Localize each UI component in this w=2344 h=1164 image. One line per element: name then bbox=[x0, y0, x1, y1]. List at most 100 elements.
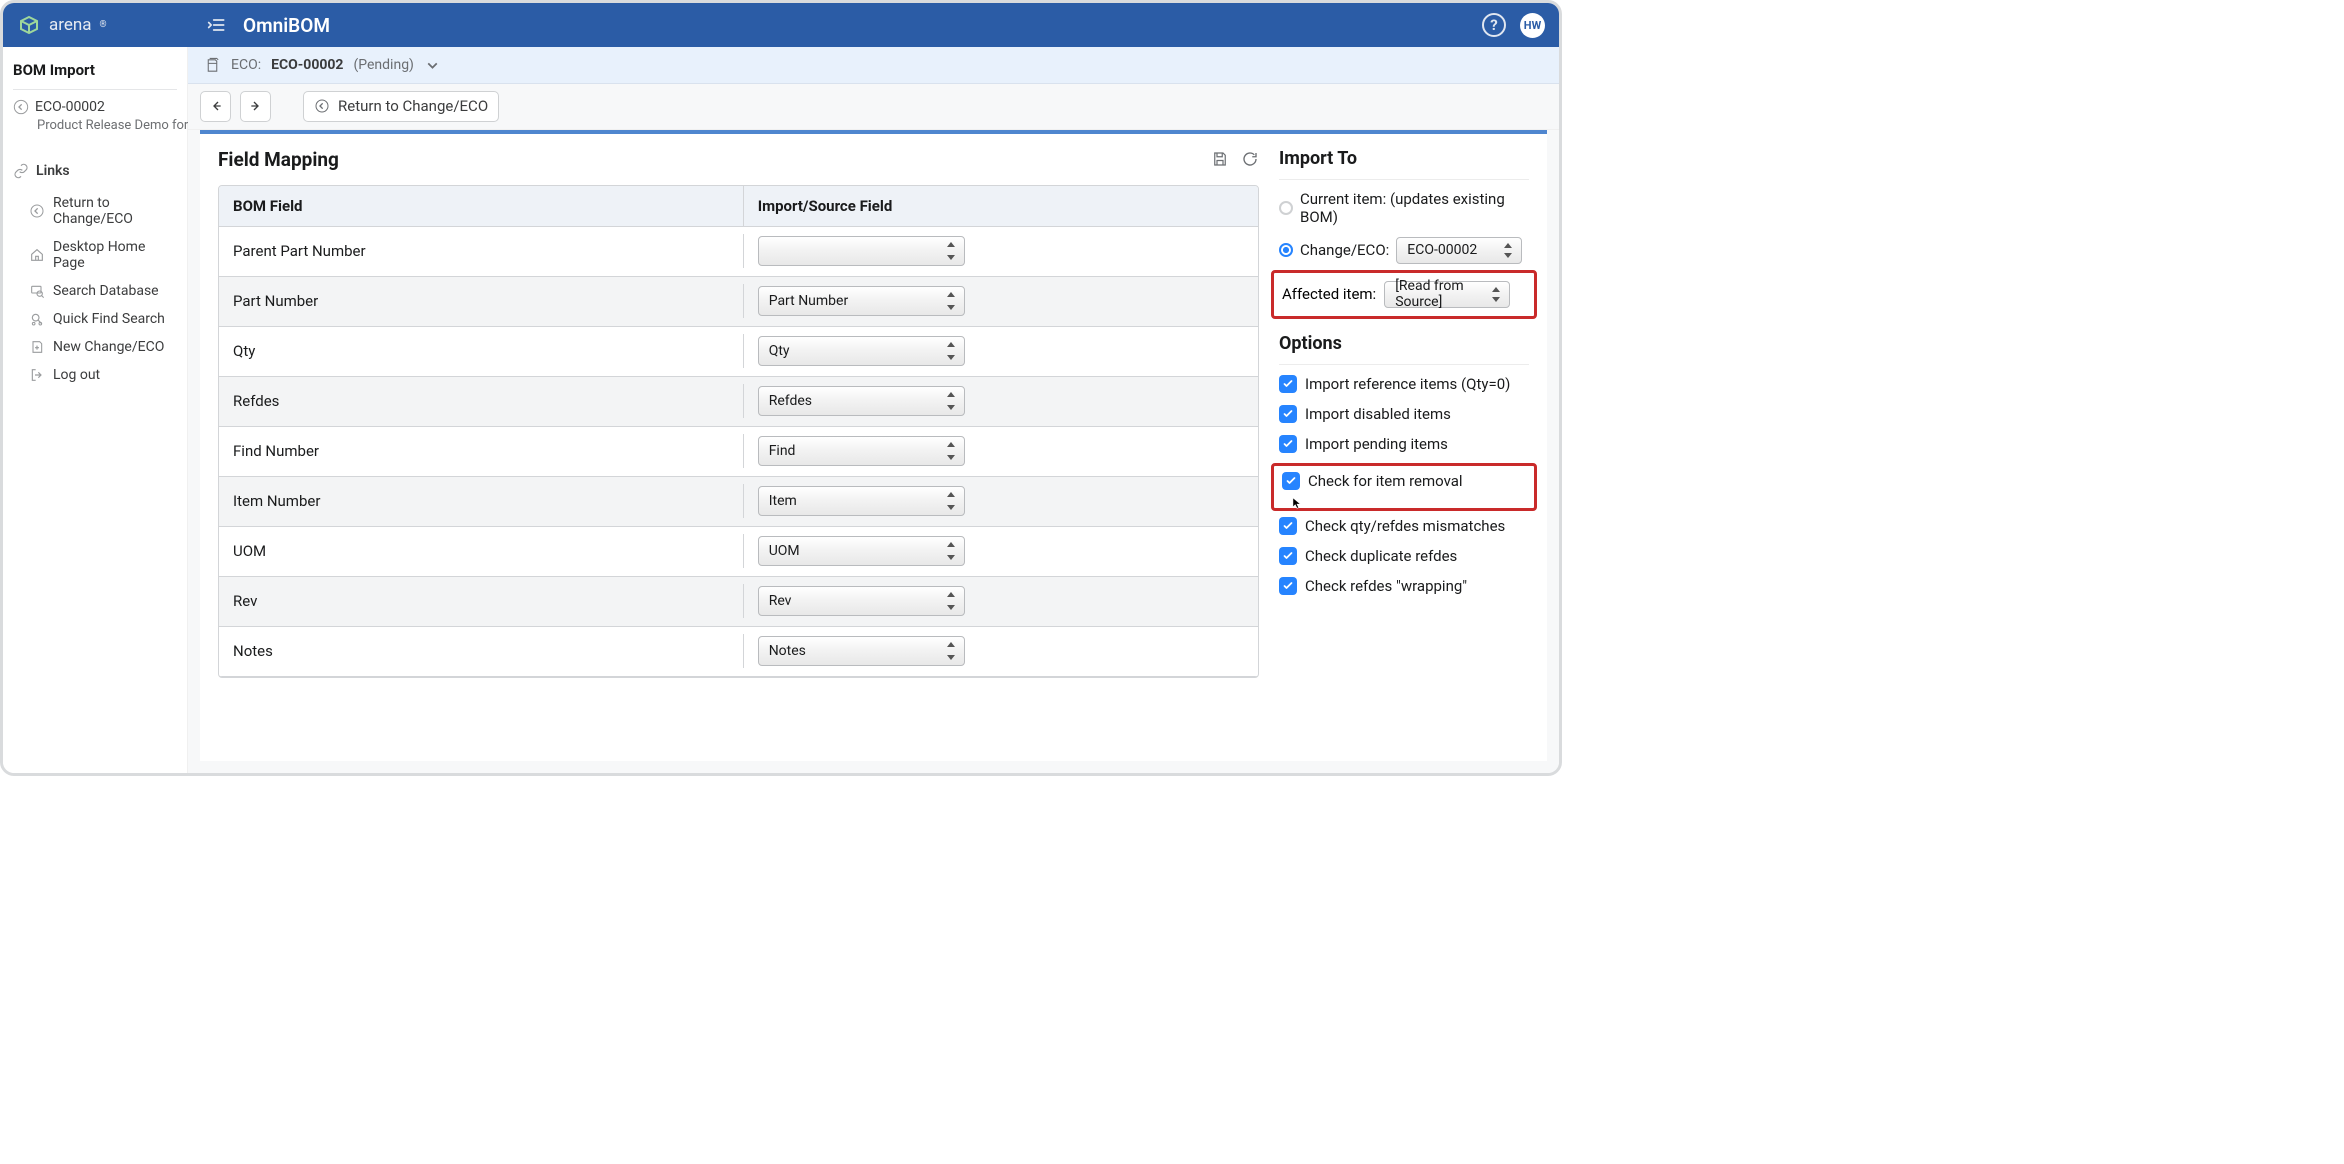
sidebar-divider bbox=[13, 89, 177, 90]
menu-collapse-icon[interactable] bbox=[207, 15, 227, 35]
highlight-check-removal: Check for item removal bbox=[1271, 463, 1537, 511]
checkbox-checked-icon bbox=[1279, 435, 1297, 453]
col-bom-field: BOM Field bbox=[219, 186, 744, 226]
bom-field-cell: Refdes bbox=[219, 384, 744, 418]
sidebar-link-car[interactable]: Quick Find Search bbox=[13, 305, 177, 333]
mapping-table: BOM Field Import/Source Field Parent Par… bbox=[218, 185, 1259, 678]
sidebar-crumb[interactable]: ECO-00002 bbox=[13, 99, 177, 115]
help-icon[interactable]: ? bbox=[1482, 13, 1506, 37]
source-field-select[interactable]: Refdes bbox=[758, 386, 965, 416]
table-row: Notes Notes bbox=[219, 627, 1258, 677]
checkbox-checked-icon bbox=[1279, 577, 1297, 595]
source-field-select[interactable]: Item bbox=[758, 486, 965, 516]
return-button[interactable]: Return to Change/ECO bbox=[303, 91, 499, 122]
table-row: Rev Rev bbox=[219, 577, 1258, 627]
affected-item-select[interactable]: [Read from Source] bbox=[1384, 281, 1510, 308]
check-icon bbox=[1285, 475, 1297, 487]
nav-forward-button[interactable] bbox=[240, 91, 271, 122]
options-title: Options bbox=[1279, 333, 1529, 354]
crumb-status: (Pending) bbox=[353, 57, 413, 73]
car-icon bbox=[29, 311, 45, 327]
reset-icon[interactable] bbox=[1241, 150, 1259, 168]
radio-change-eco[interactable]: Change/ECO: ECO-00002 bbox=[1279, 237, 1529, 264]
option-checkbox-row[interactable]: Check duplicate refdes bbox=[1279, 547, 1529, 565]
option-checkbox-row[interactable]: Import reference items (Qty=0) bbox=[1279, 375, 1529, 393]
toolbar: Return to Change/ECO bbox=[188, 84, 1559, 129]
crumb-id[interactable]: ECO-00002 bbox=[271, 57, 343, 73]
source-field-value: UOM bbox=[769, 543, 800, 559]
radio-current-item[interactable]: Current item: (updates existing BOM) bbox=[1279, 190, 1529, 226]
source-field-value: Find bbox=[769, 443, 796, 459]
sidebar-link-label: Log out bbox=[53, 367, 100, 383]
field-mapping-panel: Field Mapping BOM Field Import/Source Fi… bbox=[218, 148, 1259, 761]
import-to-title: Import To bbox=[1279, 148, 1529, 169]
radio-change-label: Change/ECO: bbox=[1300, 241, 1389, 259]
source-field-cell: Part Number bbox=[744, 278, 1258, 324]
radio-unchecked-icon bbox=[1279, 201, 1293, 215]
sidebar-link-home[interactable]: Desktop Home Page bbox=[13, 233, 177, 277]
source-field-select[interactable]: Qty bbox=[758, 336, 965, 366]
sidebar-link-label: Return to Change/ECO bbox=[53, 195, 175, 227]
bom-field-cell: Notes bbox=[219, 634, 744, 668]
source-field-value: Notes bbox=[769, 643, 806, 659]
table-row: Qty Qty bbox=[219, 327, 1258, 377]
crumb-prefix: ECO: bbox=[231, 57, 261, 73]
option-label: Import pending items bbox=[1305, 435, 1448, 453]
chevron-down-icon[interactable] bbox=[424, 57, 441, 74]
option-checkbox-row[interactable]: Check refdes "wrapping" bbox=[1279, 577, 1529, 595]
sidebar-link-back[interactable]: Return to Change/ECO bbox=[13, 189, 177, 233]
bom-field-cell: UOM bbox=[219, 534, 744, 568]
option-checkbox-row[interactable]: Import disabled items bbox=[1279, 405, 1529, 423]
sidebar-link-label: Search Database bbox=[53, 283, 159, 299]
return-button-label: Return to Change/ECO bbox=[338, 97, 488, 115]
check-icon bbox=[1282, 438, 1294, 450]
bom-field-cell: Qty bbox=[219, 334, 744, 368]
source-field-select[interactable]: Notes bbox=[758, 636, 965, 666]
table-row: Find NumberFind bbox=[219, 427, 1258, 477]
bom-field-cell: Rev bbox=[219, 584, 744, 618]
option-checkbox-row[interactable]: Check qty/refdes mismatches bbox=[1279, 517, 1529, 535]
sidebar-link-label: Quick Find Search bbox=[53, 311, 165, 327]
sidebar: BOM Import ECO-00002 Product Release Dem… bbox=[3, 47, 188, 773]
user-avatar[interactable]: HW bbox=[1520, 13, 1545, 38]
brand-name: arena bbox=[49, 15, 92, 35]
source-field-select[interactable]: Rev bbox=[758, 586, 965, 616]
change-eco-select[interactable]: ECO-00002 bbox=[1396, 237, 1522, 264]
source-field-value: Part Number bbox=[769, 293, 849, 309]
sidebar-link-logout[interactable]: Log out bbox=[13, 361, 177, 389]
option-checkbox-row[interactable]: Import pending items bbox=[1279, 435, 1529, 453]
bom-field-cell: Part Number bbox=[219, 284, 744, 318]
home-icon bbox=[29, 247, 45, 263]
sidebar-link-new[interactable]: New Change/ECO bbox=[13, 333, 177, 361]
source-field-value: Rev bbox=[769, 593, 792, 609]
highlight-affected-item: Affected item: [Read from Source] bbox=[1271, 270, 1537, 319]
radio-checked-icon bbox=[1279, 243, 1293, 257]
source-field-select[interactable]: UOM bbox=[758, 536, 965, 566]
panel-divider bbox=[1279, 364, 1529, 365]
source-field-cell: UOM bbox=[744, 528, 1258, 574]
source-field-select[interactable]: Find bbox=[758, 436, 965, 466]
nav-back-button[interactable] bbox=[200, 91, 231, 122]
source-field-cell: Notes bbox=[744, 628, 1258, 674]
source-field-select[interactable]: Part Number bbox=[758, 286, 965, 316]
sidebar-link-search[interactable]: Search Database bbox=[13, 277, 177, 305]
option-label: Check duplicate refdes bbox=[1305, 547, 1457, 565]
back-arrow-icon bbox=[13, 99, 29, 115]
cursor-icon bbox=[1290, 494, 1304, 516]
sidebar-link-label: Desktop Home Page bbox=[53, 239, 175, 271]
new-icon bbox=[29, 339, 45, 355]
back-circle-icon bbox=[314, 98, 330, 114]
checkbox-checked-icon bbox=[1282, 472, 1300, 490]
main: ECO: ECO-00002 (Pending) Return to Chang… bbox=[188, 47, 1559, 773]
source-field-select[interactable] bbox=[758, 236, 965, 266]
option-checkbox-row[interactable]: Check for item removal bbox=[1282, 472, 1526, 490]
source-field-value: Refdes bbox=[769, 393, 812, 409]
doc-stack-icon bbox=[204, 57, 221, 74]
top-bar: arena® OmniBOM ? HW bbox=[3, 3, 1559, 47]
table-row: Refdes Refdes bbox=[219, 377, 1258, 427]
option-label: Check for item removal bbox=[1308, 472, 1463, 490]
affected-item-label: Affected item: bbox=[1282, 285, 1376, 303]
save-mapping-icon[interactable] bbox=[1211, 150, 1229, 168]
arena-logo-icon bbox=[17, 13, 41, 37]
check-icon bbox=[1282, 550, 1294, 562]
